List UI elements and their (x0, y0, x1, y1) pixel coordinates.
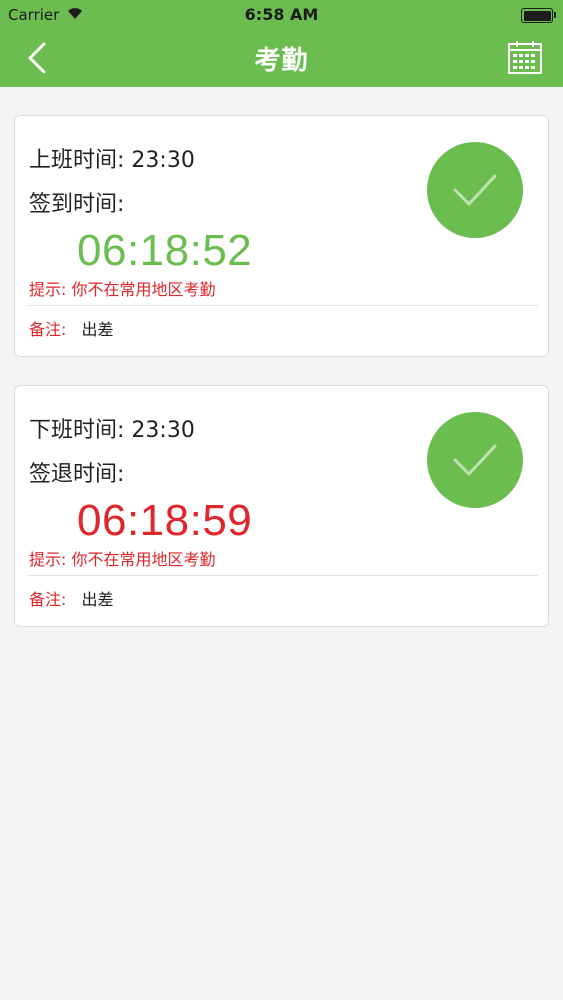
checkmark-icon (427, 412, 523, 508)
remark-value: 出差 (81, 590, 114, 609)
shift-end-label: 下班时间: (29, 418, 125, 443)
battery-icon (521, 8, 556, 23)
checkmark-icon (427, 142, 523, 238)
location-hint: 提示: 你不在常用地区考勤 (29, 280, 216, 299)
checkin-card: 上班时间: 23:30 签到时间: 06:18:52 提示: 你不在常用地区考勤… (14, 115, 549, 357)
calendar-icon[interactable] (507, 40, 543, 76)
nav-bar: 考勤 (0, 30, 563, 87)
checkout-card: 下班时间: 23:30 签退时间: 06:18:59 提示: 你不在常用地区考勤… (14, 385, 549, 627)
location-hint: 提示: 你不在常用地区考勤 (29, 550, 216, 569)
remark-row: 备注: 出差 (29, 316, 114, 340)
sign-out-label: 签退时间: (29, 462, 125, 487)
remark-label: 备注: (29, 320, 67, 339)
shift-start-row: 上班时间: 23:30 (29, 142, 195, 174)
remark-row: 备注: 出差 (29, 586, 114, 610)
shift-start-label: 上班时间: (29, 148, 125, 173)
page-title: 考勤 (254, 46, 309, 76)
remark-label: 备注: (29, 590, 67, 609)
status-bar: Carrier 6:58 AM (0, 0, 563, 30)
divider (27, 575, 538, 576)
remark-value: 出差 (81, 320, 114, 339)
sign-in-time: 06:18:52 (77, 226, 253, 275)
sign-in-label: 签到时间: (29, 192, 125, 217)
divider (27, 305, 538, 306)
shift-end-row: 下班时间: 23:30 (29, 412, 195, 444)
sign-out-time: 06:18:59 (77, 496, 253, 545)
shift-end-time: 23:30 (131, 418, 195, 443)
status-time: 6:58 AM (244, 5, 319, 24)
shift-start-time: 23:30 (131, 148, 195, 173)
